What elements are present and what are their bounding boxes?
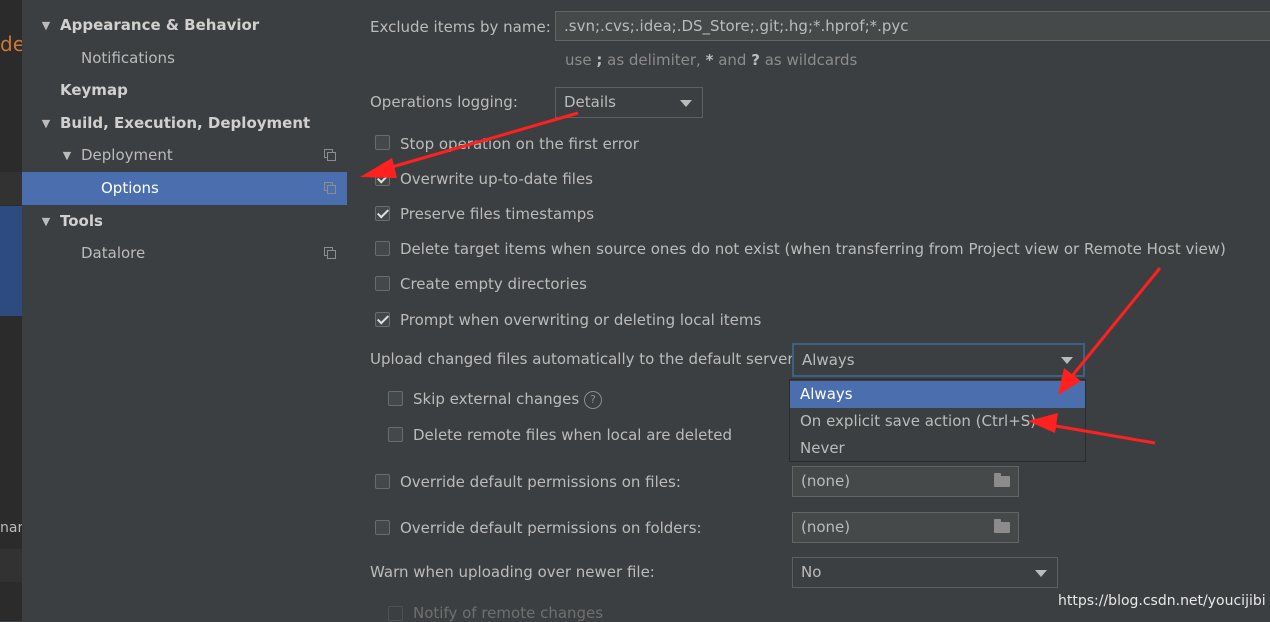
skip-external-checkbox[interactable] bbox=[388, 391, 403, 406]
exclude-items-hint: use ; as delimiter, * and ? as wildcards bbox=[565, 51, 858, 69]
upload-automatically-value: Always bbox=[802, 351, 855, 369]
folder-icon[interactable] bbox=[994, 519, 1010, 533]
tree-item-label: Deployment bbox=[81, 146, 173, 164]
override-folders-permissions-checkbox[interactable] bbox=[375, 520, 390, 535]
tree-item-deployment[interactable]: ▼ Deployment bbox=[22, 139, 347, 172]
preserve-timestamps-checkbox[interactable] bbox=[375, 206, 390, 221]
expand-arrow-icon[interactable]: ▼ bbox=[39, 107, 53, 140]
editor-edge: de nan bbox=[0, 0, 22, 621]
create-empty-dirs-checkbox[interactable] bbox=[375, 276, 390, 291]
expand-arrow-icon[interactable]: ▼ bbox=[39, 9, 53, 42]
expand-arrow-icon[interactable]: ▼ bbox=[39, 205, 53, 238]
settings-tree: ▼ Appearance & Behavior Notifications Ke… bbox=[22, 0, 347, 621]
folders-permissions-value: (none) bbox=[801, 518, 851, 536]
warn-newer-file-label: Warn when uploading over newer file: bbox=[370, 563, 655, 581]
tree-item-appearance[interactable]: ▼ Appearance & Behavior bbox=[22, 9, 347, 42]
tree-item-label: Build, Execution, Deployment bbox=[60, 114, 311, 132]
overwrite-files-checkbox[interactable] bbox=[375, 171, 390, 186]
tree-item-label: Appearance & Behavior bbox=[60, 16, 260, 34]
upload-automatically-select[interactable]: Always bbox=[792, 343, 1085, 377]
tree-item-label: Options bbox=[101, 179, 159, 197]
project-scope-icon bbox=[324, 247, 336, 259]
tree-item-label: Datalore bbox=[81, 244, 146, 262]
operations-logging-select[interactable]: Details bbox=[555, 87, 703, 118]
delete-target-items-label[interactable]: Delete target items when source ones do … bbox=[400, 240, 1226, 258]
chevron-down-icon bbox=[680, 99, 692, 107]
upload-automatically-label: Upload changed files automatically to th… bbox=[370, 350, 794, 368]
operations-logging-label: Operations logging: bbox=[370, 93, 518, 111]
tree-item-label: Tools bbox=[60, 212, 103, 230]
tree-item-notifications[interactable]: Notifications bbox=[22, 42, 347, 75]
editor-edge-row-2 bbox=[0, 549, 22, 582]
notify-remote-checkbox[interactable] bbox=[388, 606, 403, 621]
exclude-items-input[interactable]: .svn;.cvs;.idea;.DS_Store;.git;.hg;*.hpr… bbox=[555, 11, 1270, 41]
editor-edge-row bbox=[0, 172, 22, 205]
tree-item-options[interactable]: Options bbox=[22, 172, 347, 205]
delete-target-items-checkbox[interactable] bbox=[375, 241, 390, 256]
tree-item-label: Keymap bbox=[60, 81, 128, 99]
project-scope-icon bbox=[324, 182, 336, 194]
preserve-timestamps-label[interactable]: Preserve files timestamps bbox=[400, 205, 594, 223]
stop-on-error-checkbox[interactable] bbox=[375, 135, 390, 150]
prompt-overwrite-checkbox[interactable] bbox=[375, 312, 390, 327]
warn-newer-file-value: No bbox=[801, 563, 822, 581]
watermark-url: https://blog.csdn.net/youcijibi bbox=[1058, 593, 1266, 609]
dropdown-option-always[interactable]: Always bbox=[790, 381, 1085, 408]
project-scope-icon bbox=[324, 149, 336, 161]
override-folders-permissions-label[interactable]: Override default permissions on folders: bbox=[400, 519, 702, 537]
files-permissions-value: (none) bbox=[801, 472, 851, 490]
dropdown-option-explicit-save[interactable]: On explicit save action (Ctrl+S) bbox=[790, 408, 1085, 435]
editor-edge-tab: nan bbox=[0, 520, 22, 536]
prompt-overwrite-label[interactable]: Prompt when overwriting or deleting loca… bbox=[400, 311, 761, 329]
delete-remote-label[interactable]: Delete remote files when local are delet… bbox=[413, 426, 732, 444]
upload-options-dropdown: Always On explicit save action (Ctrl+S) … bbox=[789, 379, 1086, 462]
chevron-down-icon bbox=[1061, 357, 1073, 364]
notify-remote-label[interactable]: Notify of remote changes bbox=[413, 604, 603, 622]
dropdown-option-never[interactable]: Never bbox=[790, 435, 1085, 462]
tree-item-build-execution-deployment[interactable]: ▼ Build, Execution, Deployment bbox=[22, 107, 347, 140]
settings-panel: Exclude items by name: .svn;.cvs;.idea;.… bbox=[347, 0, 1270, 622]
overwrite-files-label[interactable]: Overwrite up-to-date files bbox=[400, 170, 593, 188]
tree-item-tools[interactable]: ▼ Tools bbox=[22, 205, 347, 238]
delete-remote-checkbox[interactable] bbox=[388, 427, 403, 442]
tree-item-datalore[interactable]: Datalore bbox=[22, 237, 347, 270]
exclude-items-label: Exclude items by name: bbox=[370, 18, 551, 36]
tree-item-label: Notifications bbox=[81, 49, 175, 67]
warn-newer-file-select[interactable]: No bbox=[792, 557, 1058, 588]
create-empty-dirs-label[interactable]: Create empty directories bbox=[400, 275, 587, 293]
expand-arrow-icon[interactable]: ▼ bbox=[60, 139, 74, 172]
skip-external-label[interactable]: Skip external changes bbox=[413, 390, 579, 408]
override-files-permissions-label[interactable]: Override default permissions on files: bbox=[400, 473, 681, 491]
files-permissions-field[interactable]: (none) bbox=[792, 466, 1019, 497]
override-files-permissions-checkbox[interactable] bbox=[375, 474, 390, 489]
operations-logging-value: Details bbox=[564, 93, 617, 111]
folder-icon[interactable] bbox=[994, 473, 1010, 487]
chevron-down-icon bbox=[1035, 569, 1047, 577]
tree-item-keymap[interactable]: Keymap bbox=[22, 74, 347, 107]
stop-on-error-label[interactable]: Stop operation on the first error bbox=[400, 135, 639, 153]
editor-edge-selection bbox=[0, 206, 22, 316]
help-icon[interactable]: ? bbox=[584, 391, 602, 409]
editor-edge-text: de bbox=[0, 32, 22, 56]
folders-permissions-field[interactable]: (none) bbox=[792, 512, 1019, 543]
